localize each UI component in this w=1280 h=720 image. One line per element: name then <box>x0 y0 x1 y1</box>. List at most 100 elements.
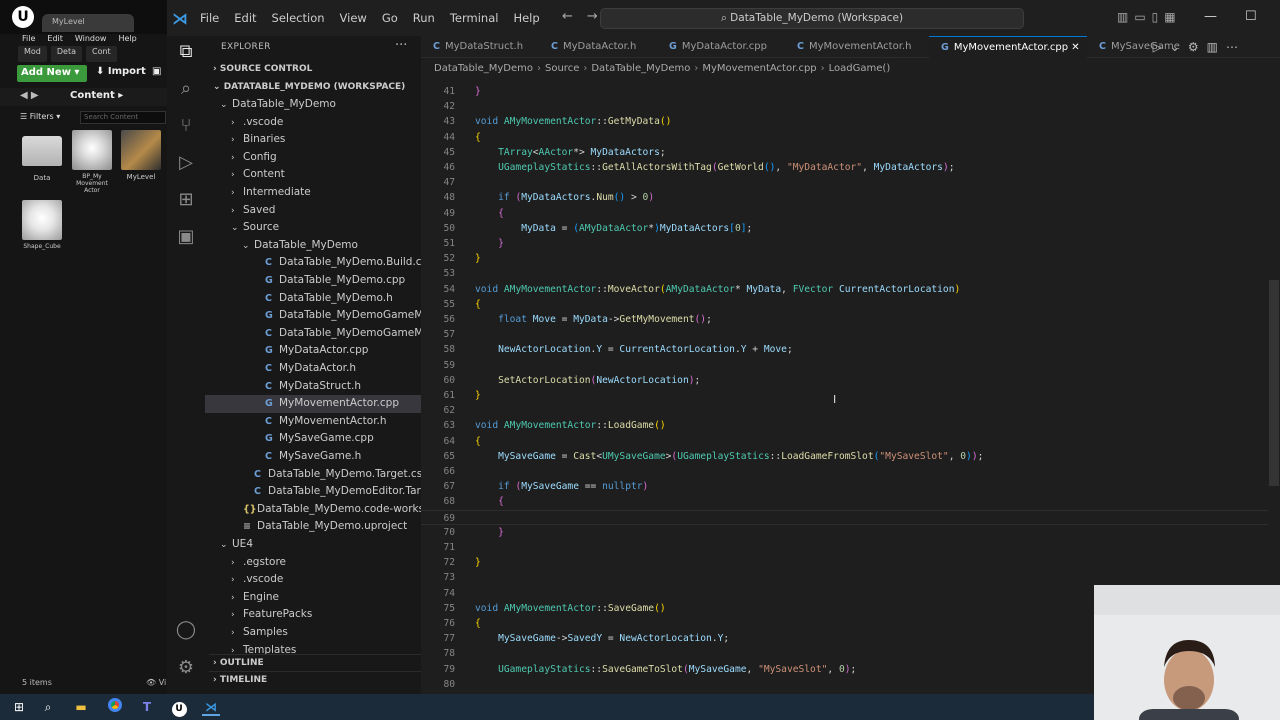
editor-tab[interactable]: G MyDataActor.cpp <box>657 36 785 58</box>
tree-file[interactable]: G MySaveGame.cpp <box>205 430 421 448</box>
settings-gear-icon[interactable]: ⚙ <box>174 656 198 680</box>
filters-button[interactable]: ☰ Filters ▾ <box>20 112 60 121</box>
code-line[interactable]: 54 void AMyMovementActor::MoveActor(AMyDa… <box>421 282 1280 297</box>
timeline-section[interactable]: › TIMELINE <box>209 671 421 688</box>
close-tab-icon[interactable]: ✕ <box>1068 42 1079 53</box>
menu-help[interactable]: Help <box>513 11 539 25</box>
code-line[interactable]: 66 <box>421 464 1280 479</box>
unreal-tab-details[interactable]: Deta <box>50 46 82 62</box>
code-line[interactable]: 48 if (MyDataActors.Num() > 0) <box>421 190 1280 205</box>
teams-icon[interactable]: T <box>138 698 156 716</box>
workspace-section[interactable]: ⌄ DATATABLE_MYDEMO (WORKSPACE) <box>209 79 421 96</box>
code-line[interactable]: 69 <box>421 509 1280 525</box>
unreal-tab-content[interactable]: Cont <box>86 46 117 62</box>
tree-folder[interactable]: ⌄ UE4 <box>205 536 421 554</box>
menu-run[interactable]: Run <box>413 11 435 25</box>
menu-selection[interactable]: Selection <box>272 11 325 25</box>
editor-tab[interactable]: G MyMovementActor.cpp ✕ <box>929 36 1087 58</box>
tree-file[interactable]: C MySaveGame.h <box>205 448 421 466</box>
unreal-tab-modes[interactable]: Mod <box>18 46 47 62</box>
tree-file[interactable]: C DataTable_MyDemoEditor.Target.cs <box>205 483 421 501</box>
unreal-level-tab[interactable]: MyLevel <box>42 14 134 32</box>
code-line[interactable]: 67 if (MySaveGame == nullptr) <box>421 479 1280 494</box>
windows-start-icon[interactable]: ⊞ <box>10 698 28 716</box>
code-line[interactable]: 72} <box>421 555 1280 570</box>
code-line[interactable]: 63 void AMyMovementActor::LoadGame() <box>421 418 1280 433</box>
tree-file[interactable]: C MyDataStruct.h <box>205 378 421 396</box>
code-line[interactable]: 59 <box>421 358 1280 373</box>
run-debug-icon[interactable]: ▷ <box>174 151 198 175</box>
code-line[interactable]: 71 <box>421 540 1280 555</box>
view-options[interactable]: 👁 Vi <box>146 678 166 687</box>
editor-tab[interactable]: C MyDataStruct.h <box>421 36 539 58</box>
code-line[interactable]: 49 { <box>421 206 1280 221</box>
editor-tab[interactable]: C MyDataActor.h <box>539 36 657 58</box>
code-line[interactable]: 45 TArray<AActor*> MyDataActors; <box>421 145 1280 160</box>
code-line[interactable]: 46 UGameplayStatics::GetAllActorsWithTag… <box>421 160 1280 175</box>
unreal-icon[interactable]: U <box>170 698 188 717</box>
code-line[interactable]: 73 <box>421 570 1280 585</box>
minimize-icon[interactable]: — <box>1204 9 1217 24</box>
tree-folder[interactable]: › Saved <box>205 202 421 220</box>
vscode-icon[interactable]: ⋊ <box>202 698 220 716</box>
code-line[interactable]: 53 <box>421 266 1280 281</box>
chrome-icon[interactable] <box>106 698 124 716</box>
code-line[interactable]: 64 { <box>421 434 1280 449</box>
add-new-button[interactable]: Add New ▾ <box>17 65 87 82</box>
code-line[interactable]: 58 NewActorLocation.Y = CurrentActorLoca… <box>421 342 1280 357</box>
code-line[interactable]: 56 float Move = MyData->GetMyMovement(); <box>421 312 1280 327</box>
tree-folder[interactable]: › .vscode <box>205 571 421 589</box>
layout-toggle-icons[interactable]: ▥▭▯▦ <box>1117 10 1182 24</box>
search-icon[interactable]: ⌕ <box>39 698 57 716</box>
unreal-menu-edit[interactable]: Edit <box>47 34 63 46</box>
code-line[interactable]: 51 } <box>421 236 1280 251</box>
tree-file[interactable]: C DataTable_MyDemo.Build.cs <box>205 254 421 272</box>
code-line[interactable]: 55 { <box>421 297 1280 312</box>
code-line[interactable]: 47 <box>421 175 1280 190</box>
editor-tab[interactable]: C MySaveGame <box>1087 36 1187 58</box>
maximize-icon[interactable]: ☐ <box>1245 9 1257 24</box>
asset-data-folder[interactable]: Data <box>22 132 62 182</box>
tree-file[interactable]: G MyDataActor.cpp <box>205 342 421 360</box>
menu-terminal[interactable]: Terminal <box>450 11 499 25</box>
unreal-logo-icon[interactable]: U <box>12 6 34 28</box>
import-button[interactable]: ⬇ Import <box>96 66 146 77</box>
tree-folder[interactable]: › Config <box>205 149 421 167</box>
remote-explorer-icon[interactable]: ▣ <box>174 225 198 249</box>
back-forward-icon[interactable]: ◀ ▶ <box>20 90 39 101</box>
tree-file[interactable]: C MyDataActor.h <box>205 360 421 378</box>
menu-edit[interactable]: Edit <box>234 11 256 25</box>
code-line[interactable]: 68 { <box>421 494 1280 509</box>
file-explorer-icon[interactable]: ▬ <box>72 698 90 716</box>
code-line[interactable]: 57 <box>421 327 1280 342</box>
extensions-icon[interactable]: ⊞ <box>174 188 198 212</box>
content-path[interactable]: Content ▸ <box>70 90 123 101</box>
tree-folder[interactable]: › Engine <box>205 589 421 607</box>
breadcrumb-item[interactable]: Source <box>545 63 579 74</box>
tree-folder[interactable]: › .egstore <box>205 554 421 572</box>
code-line[interactable]: 70 } <box>421 525 1280 540</box>
menu-go[interactable]: Go <box>382 11 398 25</box>
code-line[interactable]: 62 <box>421 403 1280 418</box>
tree-folder[interactable]: › .vscode <box>205 114 421 132</box>
code-line[interactable]: 44 { <box>421 130 1280 145</box>
breadcrumb-item[interactable]: LoadGame() <box>829 63 891 74</box>
tree-file[interactable]: G DataTable_MyDemo.cpp <box>205 272 421 290</box>
code-line[interactable]: 42 <box>421 99 1280 114</box>
tree-file[interactable]: G MyMovementActor.cpp <box>205 395 421 413</box>
tree-file[interactable]: C DataTable_MyDemo.h <box>205 290 421 308</box>
tree-folder[interactable]: ⌄ Source <box>205 219 421 237</box>
breadcrumb-item[interactable]: DataTable_MyDemo <box>591 63 690 74</box>
tree-file[interactable]: C DataTable_MyDemo.Target.cs <box>205 466 421 484</box>
unreal-menu-help[interactable]: Help <box>118 34 136 46</box>
code-line[interactable]: 50 MyData = (AMyDataActor*)MyDataActors[… <box>421 221 1280 236</box>
breadcrumb-item[interactable]: MyMovementActor.cpp <box>702 63 816 74</box>
accounts-icon[interactable]: ◯ <box>174 618 198 642</box>
command-center-search[interactable]: ⌕ DataTable_MyDemo (Workspace) <box>600 8 1024 29</box>
tree-file[interactable]: {}DataTable_MyDemo.code-workspace <box>205 501 421 519</box>
save-all-icon[interactable]: ▣ <box>152 66 161 77</box>
unreal-menu-window[interactable]: Window <box>75 34 107 46</box>
tree-folder[interactable]: › Content <box>205 166 421 184</box>
tree-folder[interactable]: ⌄ DataTable_MyDemo <box>205 237 421 255</box>
asset-mylevel[interactable]: MyLevel <box>121 130 161 181</box>
